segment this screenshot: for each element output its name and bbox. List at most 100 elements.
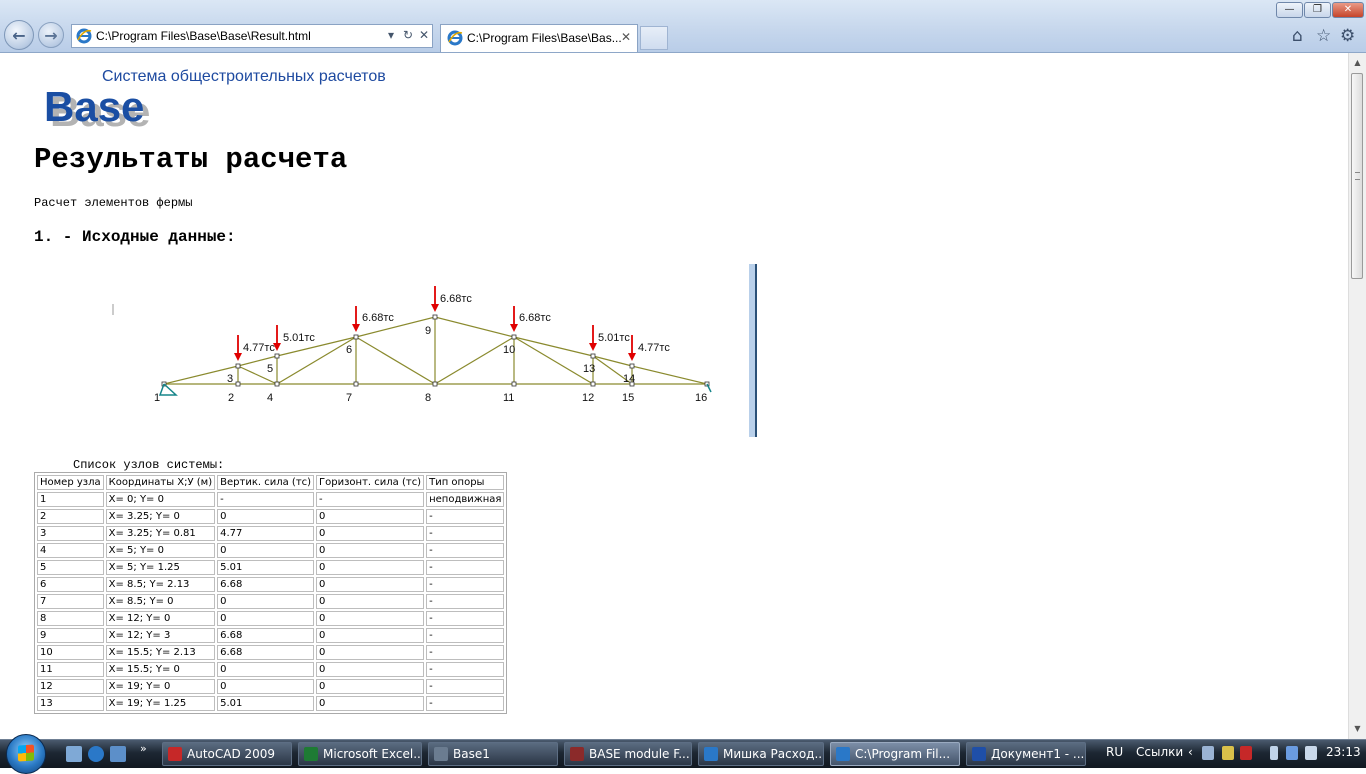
tray-app-icon[interactable] — [1222, 746, 1234, 760]
table-cell: 0 — [316, 577, 425, 592]
taskbar-button[interactable]: Microsoft Excel... — [298, 742, 422, 766]
truss-diagram: 4.77тс 5.01тс 6.68тс 6.68тс 6.68тс 5.01т… — [112, 264, 757, 437]
network-icon[interactable] — [1286, 746, 1298, 760]
scroll-down-arrow-icon[interactable]: ▼ — [1350, 721, 1365, 737]
table-row: 1 X= 0; Y= 0- - неподвижная — [37, 492, 505, 507]
home-icon[interactable]: ⌂ — [1292, 26, 1303, 46]
svg-text:1: 1 — [154, 392, 160, 404]
column-header: Вертик. сила (тс) — [217, 475, 315, 490]
back-arrow-icon: ← — [12, 25, 26, 45]
taskbar-button[interactable]: Мишка Расход... — [698, 742, 824, 766]
close-window-button[interactable]: ✕ — [1332, 2, 1364, 18]
svg-text:4.77тс: 4.77тс — [638, 342, 670, 354]
page-subtitle: Расчет элементов фермы — [34, 196, 193, 210]
device-icon[interactable] — [1270, 746, 1278, 760]
scroll-up-arrow-icon[interactable]: ▲ — [1350, 55, 1365, 71]
tray-expand-icon[interactable]: ‹ — [1188, 745, 1193, 759]
forward-button[interactable]: → — [38, 22, 64, 48]
base-logo: Base Base — [44, 85, 150, 127]
scroll-thumb[interactable] — [1351, 73, 1363, 279]
svg-text:7: 7 — [346, 392, 352, 404]
table-cell: 5.01 — [217, 696, 315, 711]
taskbar-button[interactable]: C:\Program Fil... — [830, 742, 960, 766]
svg-text:8: 8 — [425, 392, 431, 404]
keyboard-ru-icon[interactable] — [1202, 746, 1214, 760]
table-row: 13 X= 19; Y= 1.25 5.01 0- — [37, 696, 505, 711]
table-cell: 0 — [316, 509, 425, 524]
table-cell: X= 8.5; Y= 0 — [105, 594, 216, 609]
table-cell: 3 — [37, 526, 104, 541]
favorites-star-icon[interactable]: ☆ — [1316, 26, 1331, 46]
taskbar-button[interactable]: Документ1 - ... — [966, 742, 1086, 766]
taskbar-button[interactable]: AutoCAD 2009 — [162, 742, 292, 766]
table-cell: X= 15.5; Y= 0 — [105, 662, 216, 677]
ie-quicklaunch-icon[interactable] — [88, 746, 104, 762]
table-cell: 6 — [37, 577, 104, 592]
table-cell: 0 — [316, 560, 425, 575]
new-tab-button[interactable] — [640, 26, 668, 50]
svg-text:4: 4 — [267, 392, 273, 404]
show-desktop-icon[interactable] — [66, 746, 82, 762]
table-cell: - — [426, 577, 505, 592]
svg-text:6.68тс: 6.68тс — [362, 312, 394, 324]
table-row: 4 X= 5; Y= 000- — [37, 543, 505, 558]
table-cell: X= 15.5; Y= 2.13 — [105, 645, 216, 660]
forward-arrow-icon: → — [44, 25, 58, 45]
taskbar-button[interactable]: BASE module F... — [564, 742, 692, 766]
table-cell: 11 — [37, 662, 104, 677]
nodes-table: Номер узла Координаты X;У (м) Вертик. сила… — [34, 472, 508, 714]
table-cell: 0 — [316, 594, 425, 609]
table-row: 8 X= 12; Y= 000- — [37, 611, 505, 626]
svg-text:5: 5 — [267, 363, 273, 375]
table-row: 5 X= 5; Y= 1.25 5.01 0- — [37, 560, 505, 575]
settings-gear-icon[interactable]: ⚙ — [1340, 26, 1355, 46]
app-icon — [168, 747, 182, 761]
table-row: 3 X= 3.25; Y= 0.81 4.77 0- — [37, 526, 505, 541]
taskbar-button[interactable]: Base1 — [428, 742, 558, 766]
taskbar-button-label: AutoCAD 2009 — [187, 747, 276, 761]
minimize-button[interactable]: — — [1276, 2, 1303, 18]
table-cell: 0 — [316, 662, 425, 677]
taskbar-button-label: Документ1 - ... — [991, 747, 1085, 761]
tab-title: C:\Program Files\Base\Bas... — [467, 31, 622, 45]
table-row: 12 X= 19; Y= 000- — [37, 679, 505, 694]
stop-icon[interactable]: ✕ — [419, 28, 429, 42]
start-button[interactable] — [6, 734, 46, 774]
refresh-icon[interactable]: ↻ — [403, 28, 413, 42]
table-cell: 0 — [316, 543, 425, 558]
table-cell: 4 — [37, 543, 104, 558]
app-icon — [434, 747, 448, 761]
language-indicator[interactable]: RU — [1106, 745, 1123, 759]
taskbar-button-label: Microsoft Excel... — [323, 747, 422, 761]
back-button[interactable]: ← — [4, 20, 34, 50]
app-icon — [570, 747, 584, 761]
svg-text:14: 14 — [623, 373, 635, 385]
diagram-frame-edge-dark — [755, 264, 757, 437]
address-bar[interactable]: C:\Program Files\Base\Base\Result.html ▾… — [71, 24, 433, 48]
svg-text:12: 12 — [582, 392, 594, 404]
antivirus-shield-icon[interactable] — [1240, 746, 1252, 760]
table-cell: 0 — [316, 696, 425, 711]
close-tab-icon[interactable]: ✕ — [621, 30, 631, 44]
table-row: 9 X= 12; Y= 3 6.68 0- — [37, 628, 505, 643]
column-header: Тип опоры — [426, 475, 505, 490]
vertical-scrollbar[interactable]: ▲ ▼ — [1348, 53, 1366, 739]
quicklaunch-more-icon[interactable]: » — [140, 742, 147, 755]
diagram-frame-edge — [749, 264, 755, 437]
maximize-button[interactable]: ❐ — [1304, 2, 1331, 18]
table-cell: 5.01 — [217, 560, 315, 575]
dropdown-icon[interactable]: ▾ — [388, 28, 394, 42]
clock[interactable]: 23:13 — [1326, 745, 1361, 759]
svg-text:11: 11 — [503, 392, 514, 404]
table-cell: 0 — [217, 543, 315, 558]
switch-windows-icon[interactable] — [110, 746, 126, 762]
volume-icon[interactable] — [1305, 746, 1317, 760]
tab-result[interactable]: C:\Program Files\Base\Bas... ✕ — [440, 24, 638, 52]
nodes-table-caption: Список узлов системы: — [73, 458, 225, 472]
table-cell: - — [217, 492, 315, 507]
links-toolbar[interactable]: Ссылки — [1136, 745, 1183, 759]
table-cell: - — [426, 696, 505, 711]
table-cell: - — [426, 645, 505, 660]
table-cell: - — [426, 509, 505, 524]
table-cell: 8 — [37, 611, 104, 626]
